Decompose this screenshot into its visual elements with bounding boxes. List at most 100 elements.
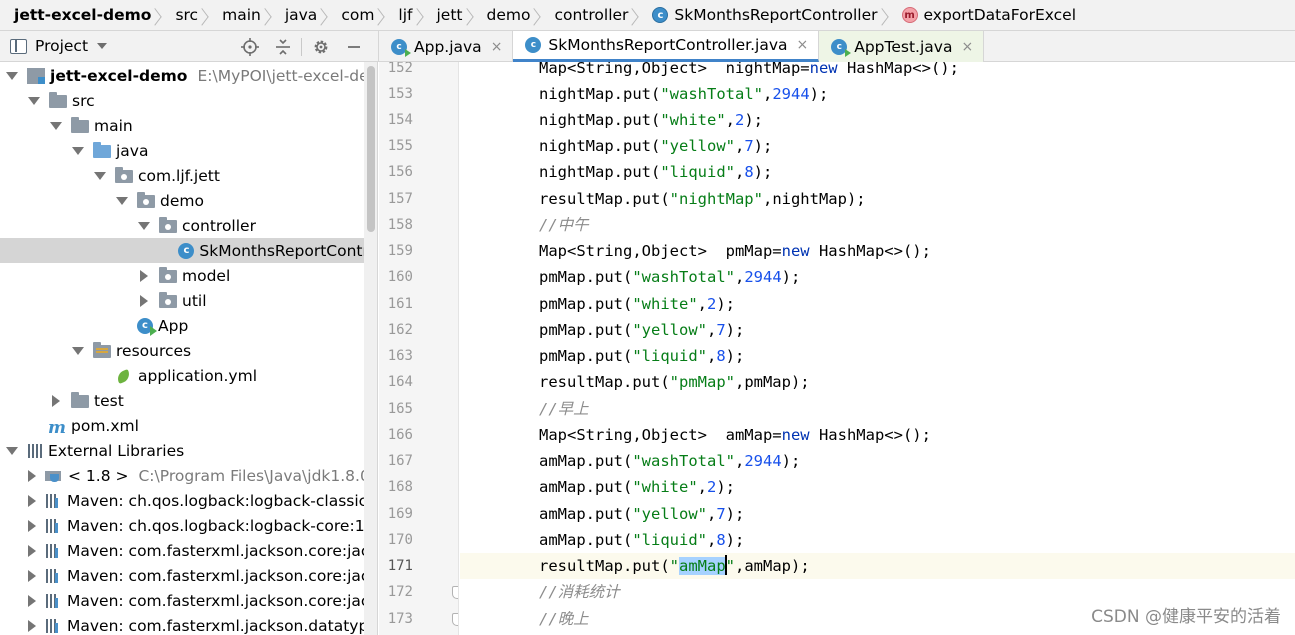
breadcrumb-jett[interactable]: jett [437,6,463,24]
line-number: 160 [387,269,413,285]
tab-apptest-java[interactable]: c AppTest.java × [819,31,985,62]
tree-item-label: resources [116,341,192,360]
collapsed-arrow-icon[interactable] [28,620,36,632]
class-icon: c [652,7,669,23]
tree-item-test[interactable]: test [0,388,377,413]
collapsed-arrow-icon[interactable] [28,470,36,482]
close-icon[interactable]: × [491,39,503,55]
tab-app-java[interactable]: c App.java × [379,31,514,62]
java-class-run-icon: c [137,317,157,336]
crosshair-icon[interactable] [233,31,266,62]
tab-label: AppTest.java [854,37,953,56]
line-number: 153 [387,86,413,102]
tree-item-maven-lib[interactable]: Maven: com.fasterxml.jackson.core:jackso… [0,563,377,588]
breadcrumb-com[interactable]: com [341,6,374,24]
tree-item-controller-class[interactable]: c SkMonthsReportContro [0,238,377,263]
expand-arrow-icon[interactable] [6,70,18,82]
tree-item-pom[interactable]: m pom.xml [0,413,377,438]
expand-arrow-icon[interactable] [138,220,150,232]
tree-item-java[interactable]: java [0,138,377,163]
jdk-icon [45,468,63,484]
tree-item-label: Maven: com.fasterxml.jackson.core:jackso… [67,541,378,560]
collapsed-arrow-icon[interactable] [138,295,150,307]
tree-item-path: C:\Program Files\Java\jdk1.8.0_181 [138,466,377,485]
collapsed-arrow-icon[interactable] [28,545,36,557]
tab-skmonthsreportcontroller-java[interactable]: c SkMonthsReportController.java × [513,31,820,62]
tree-item-label: main [94,116,133,135]
collapsed-arrow-icon[interactable] [28,570,36,582]
tree-item-maven-lib[interactable]: Maven: com.fasterxml.jackson.core:jackso… [0,588,377,613]
breadcrumb-method[interactable]: m exportDataForExcel [901,6,1076,24]
expand-arrow-icon[interactable] [116,195,128,207]
fold-marker-icon[interactable] [452,613,458,626]
resources-folder-icon [93,342,111,358]
close-icon[interactable]: × [797,37,809,53]
package-icon [159,267,177,283]
breadcrumb-separator [380,3,390,27]
line-number-current: 171 [387,558,413,574]
fold-marker-icon[interactable] [452,586,458,599]
tab-label: App.java [414,37,482,56]
breadcrumb-demo[interactable]: demo [487,6,531,24]
tree-scrollbar[interactable] [364,62,377,635]
breadcrumb-main[interactable]: main [222,6,261,24]
tree-item-jdk[interactable]: < 1.8 > C:\Program Files\Java\jdk1.8.0_1… [0,463,377,488]
tree-item-model[interactable]: model [0,263,377,288]
tree-item-package[interactable]: com.ljf.jett [0,163,377,188]
breadcrumb-separator [536,3,546,27]
breadcrumb-project[interactable]: jett-excel-demo [14,6,151,24]
expand-arrow-icon[interactable] [94,170,106,182]
tree-item-application-yml[interactable]: application.yml [0,363,377,388]
tree-item-app[interactable]: c App [0,313,377,338]
code-line: amMap.put("white",2); [539,478,736,496]
folder-icon [71,392,89,408]
module-icon [27,67,45,84]
tree-item-main[interactable]: main [0,113,377,138]
tree-item-external-libraries[interactable]: External Libraries [0,438,377,463]
collapsed-arrow-icon[interactable] [138,270,150,282]
code-editor[interactable]: Map<String,Object> nightMap=new HashMap<… [460,62,1295,635]
tree-item-label: App [158,316,189,335]
tree-item-maven-lib[interactable]: Maven: com.fasterxml.jackson.core:jackso… [0,538,378,563]
breadcrumb-separator [267,3,277,27]
project-view-selector[interactable]: Project [10,37,108,55]
collapsed-arrow-icon[interactable] [28,595,36,607]
minimize-icon[interactable] [337,31,370,62]
breadcrumb-java[interactable]: java [285,6,317,24]
expand-arrow-icon[interactable] [28,95,40,107]
source-folder-icon [93,142,111,158]
breadcrumb-class[interactable]: c SkMonthsReportController [652,6,878,24]
breadcrumb-controller[interactable]: controller [554,6,628,24]
collapse-icon[interactable] [266,31,299,62]
tree-item-maven-lib[interactable]: Maven: ch.qos.logback:logback-classic:1.… [0,488,377,513]
collapsed-arrow-icon[interactable] [28,495,36,507]
tree-item-util[interactable]: util [0,288,377,313]
tree-item-maven-lib[interactable]: Maven: com.fasterxml.jackson.datatype:ja… [0,613,377,635]
gear-icon[interactable] [304,31,337,62]
tree-item-controller[interactable]: controller [0,213,377,238]
java-class-icon: c [525,37,542,53]
tree-item-label: com.ljf.jett [138,166,220,185]
line-number: 170 [387,532,413,548]
tree-item-src[interactable]: src [0,88,377,113]
breadcrumb-src[interactable]: src [175,6,198,24]
tree-item-project-root[interactable]: jett-excel-demo E:\MyPOI\jett-excel-demo [0,63,377,88]
expand-arrow-icon[interactable] [72,345,84,357]
collapsed-arrow-icon[interactable] [28,520,36,532]
code-line: Map<String,Object> amMap=new HashMap<>()… [539,426,931,444]
scrollbar-thumb[interactable] [367,66,375,232]
chevron-down-icon [97,43,108,49]
library-icon [27,443,43,459]
tree-item-maven-lib[interactable]: Maven: ch.qos.logback:logback-core:1.2.3 [0,513,377,538]
collapsed-arrow-icon[interactable] [50,395,62,407]
expand-arrow-icon[interactable] [72,145,84,157]
expand-arrow-icon[interactable] [50,120,62,132]
tree-item-resources[interactable]: resources [0,338,377,363]
line-number: 173 [387,611,413,627]
code-line: amMap.put("liquid",8); [539,531,745,549]
tree-item-demo[interactable]: demo [0,188,377,213]
line-number: 159 [387,243,413,259]
expand-arrow-icon[interactable] [6,445,18,457]
close-icon[interactable]: × [961,39,973,55]
line-number: 155 [387,138,413,154]
